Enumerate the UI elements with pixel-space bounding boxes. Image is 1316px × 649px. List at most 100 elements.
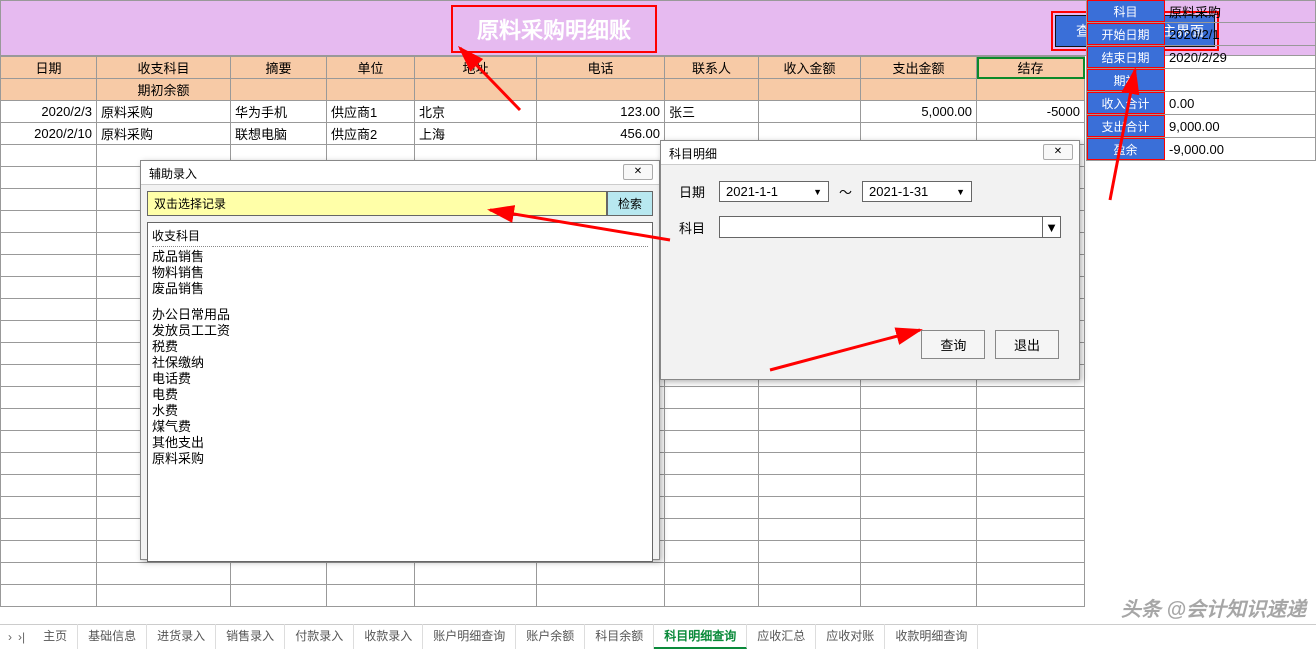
col-income[interactable]: 收入金额	[759, 57, 861, 79]
tab-收款录入[interactable]: 收款录入	[354, 624, 423, 649]
side-label-start: 开始日期	[1087, 23, 1165, 45]
col-subject[interactable]: 收支科目	[97, 57, 231, 79]
side-label-expense: 支出合计	[1087, 115, 1165, 137]
assist-list[interactable]: 收支科目 成品销售物料销售废品销售 办公日常用品发放员工工资税费社保缴纳电话费电…	[147, 222, 653, 562]
watermark: 头条 @会计知识速递	[1121, 593, 1306, 622]
cell-phone[interactable]: 456.00	[537, 123, 665, 145]
detail-dialog-title: 科目明细 ✕	[661, 141, 1079, 165]
col-phone[interactable]: 电话	[537, 57, 665, 79]
col-expense[interactable]: 支出金额	[861, 57, 977, 79]
side-val-start[interactable]: 2020/2/1	[1165, 23, 1315, 45]
table-row[interactable]	[1, 563, 1085, 585]
list-item[interactable]: 电费	[152, 387, 648, 403]
cell-unit[interactable]: 供应商2	[327, 123, 415, 145]
side-label-init: 期初	[1087, 69, 1165, 91]
list-item[interactable]: 煤气费	[152, 419, 648, 435]
close-icon[interactable]: ✕	[623, 164, 653, 180]
cell-summary[interactable]: 联想电脑	[231, 123, 327, 145]
subject-input[interactable]: ▼	[719, 216, 1061, 238]
side-label-subject: 科目	[1087, 0, 1165, 22]
chevron-right-icon[interactable]: ›	[8, 630, 12, 644]
cell-unit[interactable]: 供应商1	[327, 101, 415, 123]
detail-exit-button[interactable]: 退出	[995, 330, 1059, 359]
tab-账户余额[interactable]: 账户余额	[516, 624, 585, 649]
side-val-init	[1165, 69, 1315, 91]
date-label: 日期	[679, 182, 719, 201]
list-item[interactable]: 原料采购	[152, 451, 648, 467]
tab-nav[interactable]: › ›|	[0, 630, 33, 644]
list-item[interactable]: 税费	[152, 339, 648, 355]
subject-label: 科目	[679, 218, 719, 237]
assist-search-input[interactable]: 双击选择记录	[147, 191, 607, 216]
assist-dialog-title: 辅助录入 ✕	[141, 161, 659, 185]
cell-date[interactable]: 2020/2/3	[1, 101, 97, 123]
chevron-down-icon: ▼	[813, 187, 822, 197]
col-contact[interactable]: 联系人	[665, 57, 759, 79]
tab-销售录入[interactable]: 销售录入	[216, 624, 285, 649]
date-from-input[interactable]: 2021-1-1▼	[719, 181, 829, 202]
chevron-down-icon[interactable]: ▼	[1042, 217, 1060, 237]
col-unit[interactable]: 单位	[327, 57, 415, 79]
close-icon[interactable]: ✕	[1043, 144, 1073, 160]
tab-应收对账[interactable]: 应收对账	[816, 624, 885, 649]
list-item[interactable]: 废品销售	[152, 281, 648, 297]
tab-收款明细查询[interactable]: 收款明细查询	[885, 624, 978, 649]
side-val-end[interactable]: 2020/2/29	[1165, 46, 1315, 68]
side-label-end: 结束日期	[1087, 46, 1165, 68]
cell-addr[interactable]: 北京	[415, 101, 537, 123]
list-item[interactable]: 社保缴纳	[152, 355, 648, 371]
list-item[interactable]: 物料销售	[152, 265, 648, 281]
cell-contact[interactable]: 张三	[665, 101, 759, 123]
cell-date[interactable]: 2020/2/10	[1, 123, 97, 145]
tilde-separator: ～	[839, 182, 852, 201]
side-label-surplus: 盈余	[1087, 138, 1165, 160]
init-balance-row: 期初余额	[1, 79, 1085, 101]
list-item[interactable]: 其他支出	[152, 435, 648, 451]
chevron-down-icon: ▼	[956, 187, 965, 197]
side-val-subject[interactable]: 原料采购	[1165, 0, 1315, 22]
list-item[interactable]: 发放员工工资	[152, 323, 648, 339]
list-item[interactable]: 成品销售	[152, 249, 648, 265]
header-row: 日期 收支科目 摘要 单位 地址 电话 联系人 收入金额 支出金额 结存	[1, 57, 1085, 79]
init-balance-label: 期初余额	[97, 79, 231, 101]
table-row[interactable]: 2020/2/3 原料采购 华为手机 供应商1 北京 123.00 张三 5,0…	[1, 101, 1085, 123]
list-item[interactable]: 办公日常用品	[152, 307, 648, 323]
col-date[interactable]: 日期	[1, 57, 97, 79]
side-val-surplus: -9,000.00	[1165, 138, 1315, 160]
detail-query-button[interactable]: 查询	[921, 330, 985, 359]
detail-dialog: 科目明细 ✕ 日期 2021-1-1▼ ～ 2021-1-31▼ 科目 ▼ 查询…	[660, 140, 1080, 380]
chevron-end-icon[interactable]: ›|	[18, 630, 25, 644]
cell-phone[interactable]: 123.00	[537, 101, 665, 123]
tab-付款录入[interactable]: 付款录入	[285, 624, 354, 649]
tab-账户明细查询[interactable]: 账户明细查询	[423, 624, 516, 649]
assist-search-button[interactable]: 检索	[607, 191, 653, 216]
col-summary[interactable]: 摘要	[231, 57, 327, 79]
side-panel: 科目原料采购 开始日期2020/2/1 结束日期2020/2/29 期初 收入合…	[1086, 0, 1316, 161]
cell-addr[interactable]: 上海	[415, 123, 537, 145]
cell-subject[interactable]: 原料采购	[97, 123, 231, 145]
side-label-income: 收入合计	[1087, 92, 1165, 114]
side-val-income: 0.00	[1165, 92, 1315, 114]
cell-balance[interactable]: -5000	[977, 101, 1085, 123]
cell-income[interactable]	[759, 101, 861, 123]
col-balance[interactable]: 结存	[977, 57, 1085, 79]
assist-list-header: 收支科目	[152, 227, 648, 247]
cell-expense[interactable]: 5,000.00	[861, 101, 977, 123]
cell-summary[interactable]: 华为手机	[231, 101, 327, 123]
list-item[interactable]: 水费	[152, 403, 648, 419]
date-to-input[interactable]: 2021-1-31▼	[862, 181, 972, 202]
page-title: 原料采购明细账	[451, 5, 657, 53]
cell-subject[interactable]: 原料采购	[97, 101, 231, 123]
sheet-tabs: › ›| 主页基础信息进货录入销售录入付款录入收款录入账户明细查询账户余额科目余额…	[0, 624, 1316, 648]
tab-基础信息[interactable]: 基础信息	[78, 624, 147, 649]
table-row[interactable]	[1, 585, 1085, 607]
list-item[interactable]: 电话费	[152, 371, 648, 387]
side-val-expense: 9,000.00	[1165, 115, 1315, 137]
col-addr[interactable]: 地址	[415, 57, 537, 79]
tab-进货录入[interactable]: 进货录入	[147, 624, 216, 649]
assist-dialog: 辅助录入 ✕ 双击选择记录 检索 收支科目 成品销售物料销售废品销售 办公日常用…	[140, 160, 660, 560]
tab-应收汇总[interactable]: 应收汇总	[747, 624, 816, 649]
tab-科目余额[interactable]: 科目余额	[585, 624, 654, 649]
tab-科目明细查询[interactable]: 科目明细查询	[654, 624, 747, 649]
tab-主页[interactable]: 主页	[33, 624, 78, 649]
